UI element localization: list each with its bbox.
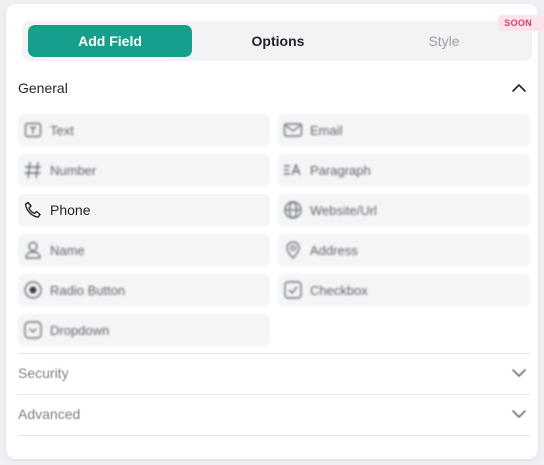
map-pin-icon [283,240,303,260]
field-phone[interactable]: Phone [18,194,270,226]
section-advanced-title: Advanced [18,406,81,422]
paragraph-icon [283,160,303,180]
envelope-icon [283,120,303,140]
chevron-down-icon[interactable] [510,405,528,423]
field-address[interactable]: Address [278,234,530,266]
tab-options[interactable]: Options [196,25,360,57]
chevron-up-icon[interactable] [510,79,528,97]
field-label: Paragraph [310,162,371,178]
field-label: Text [50,122,74,138]
hash-icon [23,160,43,180]
field-label: Email [310,122,343,138]
globe-icon [283,200,303,220]
field-email[interactable]: Email [278,114,530,146]
field-label: Dropdown [50,322,110,338]
field-label: Checkbox [310,282,368,298]
section-general-header[interactable]: General [18,68,530,108]
field-website-url[interactable]: Website/Url [278,194,530,226]
dropdown-icon [23,320,43,340]
field-label: Name [50,242,85,258]
section-security-title: Security [18,365,69,381]
field-label: Address [310,242,358,258]
field-label: Phone [50,202,91,218]
field-number[interactable]: Number [18,154,270,186]
chevron-down-icon[interactable] [510,364,528,382]
field-checkbox[interactable]: Checkbox [278,274,530,306]
phone-icon [23,200,43,220]
person-icon [23,240,43,260]
form-builder-panel: Add Field Options Style SOON General Tex… [6,4,544,459]
field-label: Radio Button [50,282,126,298]
checkbox-icon [283,280,303,300]
tab-add-field[interactable]: Add Field [28,25,192,57]
text-box-icon [23,120,43,140]
section-general-title: General [18,80,68,96]
radio-icon [23,280,43,300]
divider [18,435,530,436]
field-label: Number [50,162,97,178]
field-label: Website/Url [310,202,377,218]
section-advanced-header[interactable]: Advanced [18,394,530,434]
field-name[interactable]: Name [18,234,270,266]
field-dropdown[interactable]: Dropdown [18,314,270,346]
field-radio-button[interactable]: Radio Button [18,274,270,306]
section-security-header[interactable]: Security [18,353,530,393]
soon-badge: SOON [498,15,544,33]
field-paragraph[interactable]: Paragraph [278,154,530,186]
tab-bar: Add Field Options Style SOON [22,15,544,61]
field-text[interactable]: Text [18,114,270,146]
